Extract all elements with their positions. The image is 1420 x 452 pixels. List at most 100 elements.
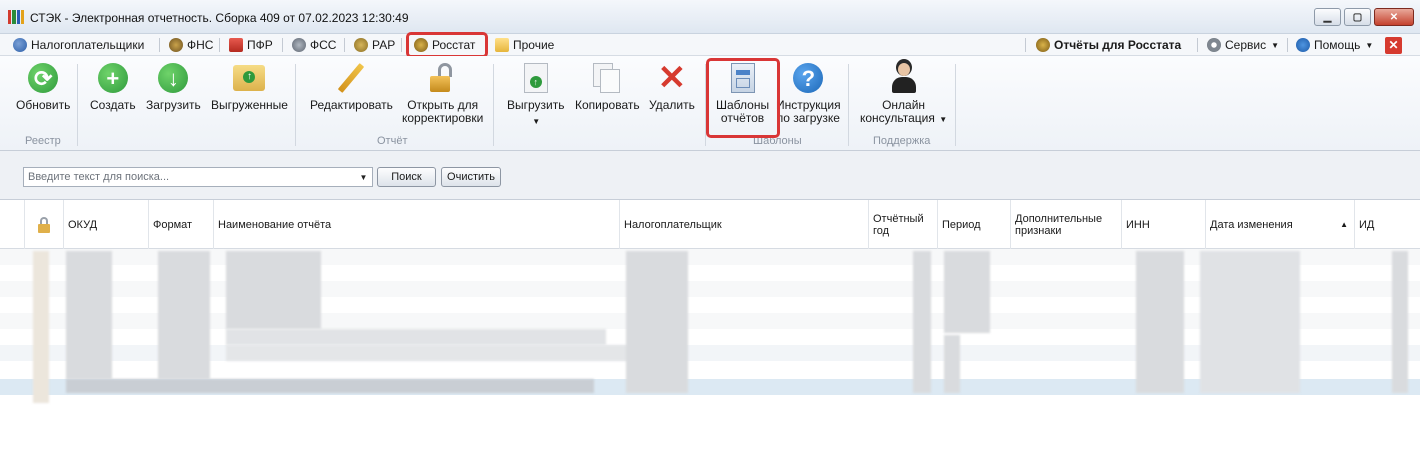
copy-button[interactable]: Копировать	[575, 60, 640, 112]
online-consultation-button[interactable]: Онлайн консультация ▼	[860, 60, 947, 126]
menu-fss[interactable]: ФСС	[289, 34, 339, 56]
menu-rar-label: РАР	[372, 38, 396, 52]
window-title: СТЭК - Электронная отчетность. Сборка 40…	[30, 11, 409, 25]
grid-body	[0, 249, 1420, 452]
redacted-block	[1392, 251, 1408, 393]
menu-bar: Налогоплательщики ФНС ПФР ФСС РАР Росста…	[0, 34, 1420, 56]
unlock-icon	[429, 63, 456, 93]
redacted-block	[944, 251, 990, 333]
refresh-icon: ⟳	[28, 63, 59, 93]
col-okud[interactable]: ОКУД	[64, 200, 149, 249]
refresh-label: Обновить	[16, 98, 71, 112]
menu-rar[interactable]: РАР	[351, 34, 398, 56]
refresh-button[interactable]: ⟳ Обновить	[16, 60, 70, 112]
menu-rosstat-reports[interactable]: Отчёты для Росстата	[1033, 34, 1184, 56]
col-taxpayer[interactable]: Налогоплательщик	[620, 200, 869, 249]
close-tab-button[interactable]: ✕	[1385, 34, 1402, 56]
create-label: Создать	[90, 98, 136, 112]
lock-column-header[interactable]	[25, 200, 64, 249]
menu-taxpayers-label: Налогоплательщики	[31, 38, 145, 52]
col-extra-attributes-label-1: Дополнительные	[1015, 212, 1103, 225]
fss-icon	[292, 38, 306, 52]
sort-ascending-icon: ▲	[1340, 219, 1348, 229]
redacted-block	[1200, 251, 1300, 393]
maximize-button[interactable]: ▢	[1344, 8, 1371, 26]
search-input[interactable]	[23, 167, 373, 187]
redacted-block	[226, 345, 686, 361]
menu-fns[interactable]: ФНС	[166, 34, 216, 56]
load-instruction-label-2: по загрузке	[776, 111, 840, 125]
create-button[interactable]: + Создать	[90, 60, 136, 112]
group-label-support: Поддержка	[873, 135, 931, 147]
app-icon	[8, 10, 24, 24]
menu-taxpayers[interactable]: Налогоплательщики	[10, 34, 147, 56]
help-icon	[1296, 38, 1310, 52]
col-extra-attributes[interactable]: Дополнительные признаки	[1011, 200, 1122, 249]
load-button[interactable]: ↓ Загрузить	[146, 60, 201, 112]
redacted-block	[226, 329, 606, 345]
redacted-block	[33, 251, 49, 403]
col-inn[interactable]: ИНН	[1122, 200, 1206, 249]
folder-upload-icon: ↑	[233, 65, 266, 91]
col-report-year[interactable]: Отчётный год	[869, 200, 938, 249]
open-for-correction-button[interactable]: Открыть для корректировки	[402, 60, 483, 125]
export-label: Выгрузить	[507, 98, 565, 112]
menu-pfr[interactable]: ПФР	[226, 34, 276, 56]
redacted-block	[158, 251, 210, 379]
rar-icon	[354, 38, 368, 52]
menu-help-label: Помощь	[1314, 38, 1361, 52]
col-id[interactable]: ИД	[1355, 200, 1420, 249]
search-dropdown-chevron-icon[interactable]: ▼	[355, 168, 372, 186]
redacted-block	[226, 251, 321, 329]
rosstat-icon	[1036, 38, 1050, 52]
redacted-block	[1136, 251, 1184, 393]
col-report-year-label-1: Отчётный	[873, 212, 924, 225]
col-period[interactable]: Период	[938, 200, 1011, 249]
menu-help[interactable]: Помощь ▼	[1293, 34, 1376, 56]
menu-other-label: Прочие	[513, 38, 555, 52]
download-icon: ↓	[158, 63, 189, 93]
copy-icon	[593, 63, 621, 93]
plus-icon: +	[97, 63, 128, 93]
menu-fns-label: ФНС	[187, 38, 214, 52]
redacted-block	[66, 379, 594, 393]
clear-button[interactable]: Очистить	[441, 167, 501, 187]
folder-icon	[495, 38, 509, 52]
consultant-avatar-icon	[891, 62, 917, 94]
unloaded-label: Выгруженные	[211, 98, 288, 112]
delete-label: Удалить	[649, 98, 695, 112]
group-label-registry: Реестр	[25, 135, 61, 147]
search-button[interactable]: Поиск	[377, 167, 436, 187]
col-date-modified[interactable]: Дата изменения ▲	[1206, 200, 1355, 249]
copy-label: Копировать	[575, 98, 640, 112]
row-indicator-header	[0, 200, 25, 249]
col-report-name[interactable]: Наименование отчёта	[214, 200, 620, 249]
edit-button[interactable]: Редактировать	[310, 60, 393, 112]
menu-service-label: Сервис	[1225, 38, 1267, 52]
load-instruction-button[interactable]: ? Инструкция по загрузке	[776, 60, 841, 125]
export-button[interactable]: ↑ Выгрузить ▼	[507, 60, 565, 128]
gear-icon	[1207, 38, 1221, 52]
col-date-modified-label: Дата изменения	[1210, 218, 1293, 231]
col-format[interactable]: Формат	[149, 200, 214, 249]
menu-other[interactable]: Прочие	[492, 34, 557, 56]
templates-highlight	[706, 58, 780, 138]
grid-header: ОКУД Формат Наименование отчёта Налогопл…	[0, 200, 1420, 249]
menu-service[interactable]: Сервис ▼	[1204, 34, 1282, 56]
col-report-year-label-2: год	[873, 224, 890, 237]
title-bar: СТЭК - Электронная отчетность. Сборка 40…	[0, 0, 1420, 34]
minimize-button[interactable]: ▁	[1314, 8, 1341, 26]
group-label-report: Отчёт	[377, 135, 408, 147]
close-button[interactable]: ✕	[1374, 8, 1414, 26]
document-export-icon: ↑	[523, 63, 548, 93]
chevron-down-icon: ▼	[1271, 40, 1280, 50]
redacted-block	[913, 251, 931, 393]
unloaded-button[interactable]: ↑ Выгруженные	[211, 60, 288, 112]
col-extra-attributes-label-2: признаки	[1015, 224, 1062, 237]
pencil-icon	[338, 63, 365, 93]
redacted-block	[626, 251, 688, 393]
rosstat-highlight	[406, 32, 488, 58]
online-consultation-label-2: консультация	[860, 111, 935, 125]
delete-button[interactable]: ✕ Удалить	[649, 60, 695, 112]
menu-rosstat-reports-label: Отчёты для Росстата	[1054, 38, 1182, 52]
